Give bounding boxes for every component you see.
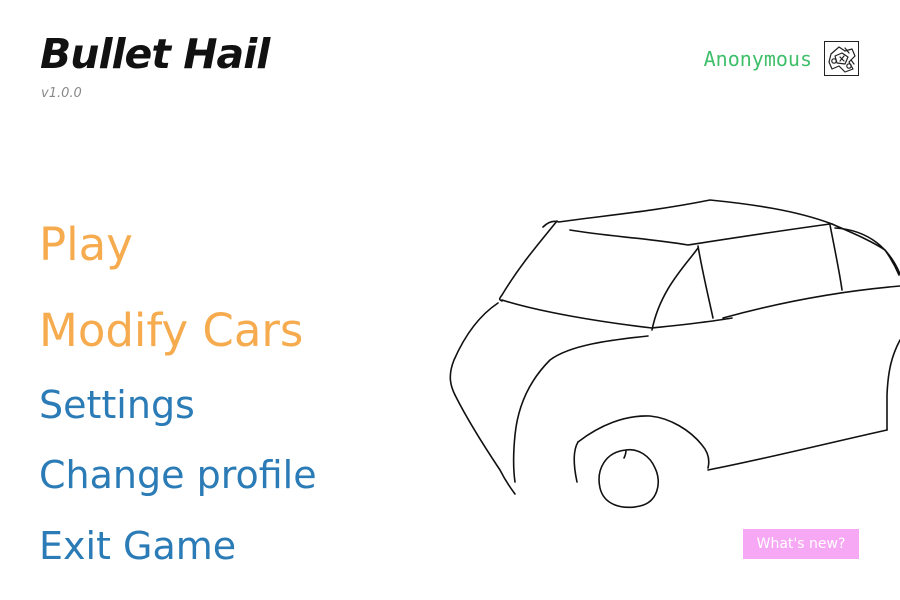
version-label: v1.0.0 (41, 86, 82, 101)
menu-item-change-profile[interactable]: Change profile (39, 456, 317, 494)
profile-name: Anonymous (703, 46, 812, 71)
car-sketch-icon (449, 199, 900, 509)
menu-item-exit-game[interactable]: Exit Game (39, 527, 236, 565)
whats-new-button[interactable]: What's new? (743, 529, 859, 559)
profile-button[interactable]: Anonymous (704, 41, 859, 76)
game-title: Bullet Hail (40, 30, 270, 78)
menu-item-settings[interactable]: Settings (39, 386, 195, 424)
doodle-avatar-icon (824, 41, 859, 76)
menu-item-modify-cars[interactable]: Modify Cars (39, 308, 303, 353)
menu-item-play[interactable]: Play (39, 222, 133, 267)
